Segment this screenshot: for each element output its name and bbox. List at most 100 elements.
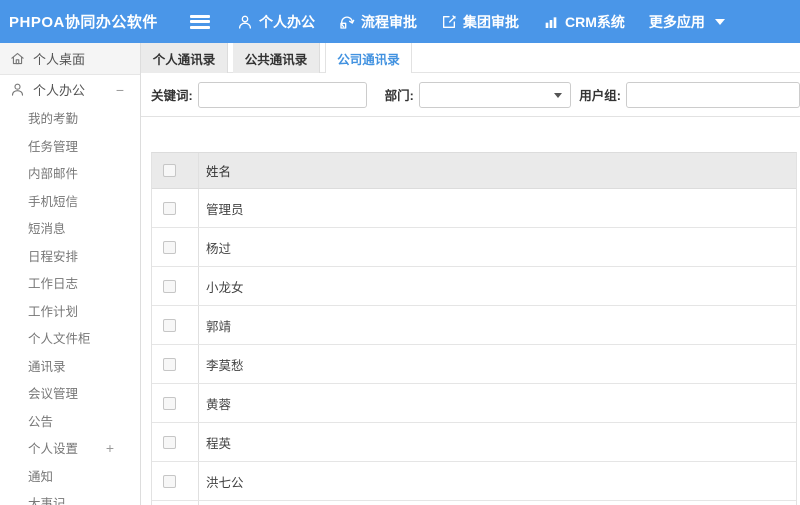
tab-company-contacts[interactable]: 公司通讯录 — [325, 43, 412, 73]
sidebar-item-label: 个人文件柜 — [28, 332, 91, 347]
row-checkbox[interactable] — [163, 318, 176, 332]
table-row[interactable]: 李莫愁 — [152, 345, 796, 384]
row-checkbox[interactable] — [163, 201, 176, 215]
expand-plus-icon[interactable]: + — [106, 440, 114, 456]
nav-label: 集团审批 — [463, 13, 519, 30]
sidebar-item[interactable]: 大事记 — [0, 489, 140, 505]
sidebar-item[interactable]: 公告 — [0, 407, 140, 435]
table-row[interactable]: 小龙女 — [152, 267, 796, 306]
sidebar-item-label: 工作计划 — [28, 304, 79, 319]
row-checkbox[interactable] — [163, 396, 176, 410]
sidebar: 个人桌面 个人办公 − 我的考勤 任务管理 内部邮件 手机短信 短消息 日程安排… — [0, 43, 141, 505]
sidebar-item[interactable]: 任务管理 — [0, 132, 140, 160]
select-all-checkbox[interactable] — [163, 164, 176, 177]
nav-label: CRM系统 — [565, 13, 625, 30]
nav-more-apps[interactable]: 更多应用 — [649, 12, 725, 32]
contact-name: 小龙女 — [206, 280, 244, 295]
nav-label: 更多应用 — [648, 13, 705, 30]
sidebar-item[interactable]: 会议管理 — [0, 379, 140, 407]
row-checkbox[interactable] — [163, 474, 176, 488]
sidebar-item-label: 手机短信 — [28, 194, 79, 209]
collapse-minus-icon[interactable]: − — [116, 82, 124, 98]
process-approval-icon — [340, 16, 355, 29]
contact-name: 管理员 — [206, 202, 244, 217]
row-checkbox[interactable] — [163, 240, 176, 254]
top-nav: 个人办公 流程审批 集团审批 CRM系统 更多应用 — [237, 12, 749, 32]
table-body: 管理员 杨过 小龙女 郭靖 李莫愁 黄蓉 程英 洪七公 — [152, 189, 796, 501]
department-select-wrap — [418, 81, 572, 108]
sidebar-item-label: 大事记 — [28, 497, 66, 505]
table-row[interactable]: 洪七公 — [152, 462, 796, 501]
tab-strip: 个人通讯录 公共通讯录 公司通讯录 — [141, 43, 800, 73]
sidebar-item[interactable]: 日程安排 — [0, 242, 140, 270]
sidebar-item[interactable]: 通知 — [0, 462, 140, 490]
sidebar-item[interactable]: 个人设置 + — [0, 434, 140, 462]
nav-process-approval[interactable]: 流程审批 — [339, 12, 417, 32]
contact-name: 黄蓉 — [206, 397, 232, 412]
contact-name: 洪七公 — [206, 475, 244, 490]
sidebar-item-label: 内部邮件 — [28, 167, 79, 182]
keyword-input[interactable] — [197, 81, 367, 108]
sidebar-item-label: 个人桌面 — [33, 52, 86, 67]
edit-square-icon — [443, 14, 456, 28]
sidebar-item[interactable]: 通讯录 — [0, 352, 140, 380]
row-checkbox[interactable] — [163, 435, 176, 449]
nav-label: 个人办公 — [259, 13, 315, 30]
sidebar-item-label: 个人设置 — [28, 442, 79, 457]
sidebar-item[interactable]: 内部邮件 — [0, 159, 140, 187]
nav-crm-system[interactable]: CRM系统 — [543, 12, 625, 32]
sidebar-item[interactable]: 手机短信 — [0, 187, 140, 215]
sidebar-item[interactable]: 短消息 — [0, 214, 140, 242]
caret-down-icon — [714, 18, 725, 25]
row-check-cell — [152, 462, 199, 500]
main-content: 个人通讯录 公共通讯录 公司通讯录 关键词: 部门: 用户组: 姓名 管理员 杨… — [141, 43, 800, 505]
app-body: 个人桌面 个人办公 − 我的考勤 任务管理 内部邮件 手机短信 短消息 日程安排… — [0, 43, 800, 505]
sidebar-item-label: 短消息 — [28, 222, 66, 237]
contact-name: 李莫愁 — [206, 358, 244, 373]
nav-group-approval[interactable]: 集团审批 — [441, 12, 519, 32]
sidebar-section-label: 个人办公 — [33, 83, 86, 98]
sidebar-item-label: 工作日志 — [28, 277, 79, 292]
sidebar-item[interactable]: 我的考勤 — [0, 104, 140, 132]
tab-public-contacts[interactable]: 公共通讯录 — [233, 43, 320, 73]
row-checkbox[interactable] — [163, 357, 176, 371]
row-checkbox[interactable] — [163, 279, 176, 293]
usergroup-label: 用户组: — [579, 89, 621, 103]
app-window: PHPOA协同办公软件 个人办公 流程审批 集团审批 CRM系统 更多应用 个人… — [0, 0, 800, 505]
nav-label: 流程审批 — [361, 13, 417, 30]
sidebar-item-label: 通知 — [28, 469, 54, 484]
row-check-cell — [152, 267, 199, 305]
sidebar-item[interactable]: 个人文件柜 — [0, 324, 140, 352]
contact-name: 杨过 — [206, 241, 232, 256]
contacts-table: 姓名 管理员 杨过 小龙女 郭靖 李莫愁 黄蓉 程英 洪七公 — [151, 152, 797, 505]
top-bar: PHPOA协同办公软件 个人办公 流程审批 集团审批 CRM系统 更多应用 — [0, 0, 800, 43]
bar-chart-icon — [545, 16, 557, 28]
keyword-label: 关键词: — [151, 89, 193, 103]
row-check-cell — [152, 345, 199, 383]
sidebar-section-personal-office[interactable]: 个人办公 − — [0, 75, 140, 104]
hamburger-icon[interactable] — [190, 14, 210, 29]
sidebar-item-label: 任务管理 — [28, 139, 79, 154]
table-row[interactable]: 程英 — [152, 423, 796, 462]
sidebar-item-label: 日程安排 — [28, 249, 79, 264]
table-row[interactable]: 杨过 — [152, 228, 796, 267]
row-check-cell — [152, 189, 199, 227]
sidebar-item-label: 通讯录 — [28, 359, 66, 374]
tab-personal-contacts[interactable]: 个人通讯录 — [141, 43, 228, 73]
nav-personal-office[interactable]: 个人办公 — [237, 12, 315, 32]
sidebar-item-personal-desktop[interactable]: 个人桌面 — [0, 43, 140, 75]
table-row[interactable]: 黄蓉 — [152, 384, 796, 423]
table-row[interactable]: 管理员 — [152, 189, 796, 228]
row-check-cell — [152, 423, 199, 461]
sidebar-item[interactable]: 工作日志 — [0, 269, 140, 297]
home-icon — [10, 51, 25, 66]
row-check-cell — [152, 228, 199, 266]
sidebar-item[interactable]: 工作计划 — [0, 297, 140, 325]
row-check-cell — [152, 501, 199, 505]
row-check-cell — [152, 384, 199, 422]
contact-name: 郭靖 — [206, 319, 232, 334]
usergroup-input[interactable] — [625, 81, 800, 108]
table-row[interactable]: 郭靖 — [152, 306, 796, 345]
department-select[interactable] — [418, 81, 572, 108]
